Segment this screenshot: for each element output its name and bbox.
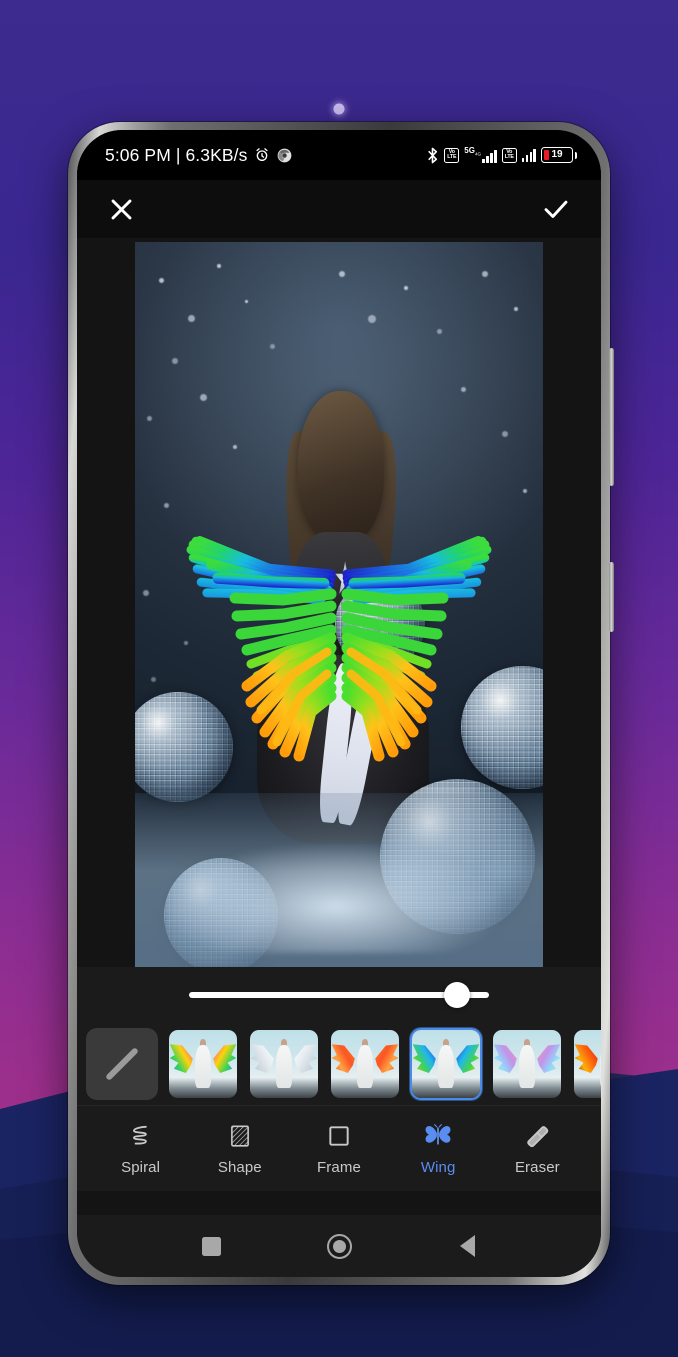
confirm-button[interactable] xyxy=(541,194,571,224)
thumb-dress xyxy=(194,1044,212,1089)
wing-thumbnail-strip[interactable] xyxy=(77,1023,601,1105)
shape-hatched-icon xyxy=(227,1122,253,1150)
tool-label-wing: Wing xyxy=(420,1158,456,1176)
signal-5g-icon: 5G4G xyxy=(464,146,497,164)
phone-screen: 5:06 PM | 6.3KB/s Vo LTE 5G4G Vo LTE 19 … xyxy=(77,130,601,1277)
nav-home-button[interactable] xyxy=(317,1224,361,1268)
thumb-dress xyxy=(437,1044,455,1089)
thumb-dress xyxy=(356,1044,374,1089)
signal-bars-1 xyxy=(482,149,497,164)
tool-label-frame: Frame xyxy=(317,1158,361,1176)
circle-icon xyxy=(326,1233,352,1259)
subject-hair xyxy=(298,390,384,543)
volume-button[interactable] xyxy=(609,348,614,486)
frame-square-icon xyxy=(326,1122,352,1150)
android-navigation-bar xyxy=(77,1215,601,1277)
alarm-icon xyxy=(254,147,270,163)
wing-thumbnail-wing-3[interactable] xyxy=(329,1028,401,1100)
spiral-icon xyxy=(128,1122,154,1150)
nav-recents-button[interactable] xyxy=(189,1224,233,1268)
check-icon xyxy=(541,194,571,224)
opacity-slider[interactable] xyxy=(189,982,489,1008)
tool-label-eraser: Eraser xyxy=(514,1158,560,1176)
wing-thumbnail-wing-4[interactable] xyxy=(410,1028,482,1100)
volte-icon: Vo LTE xyxy=(444,147,460,163)
bluetooth-icon xyxy=(426,147,439,164)
mouse-cursor-dot xyxy=(333,103,345,115)
chrome-icon xyxy=(277,148,292,163)
wing-thumbnail-wing-6[interactable] xyxy=(572,1028,601,1100)
battery-icon: 19 xyxy=(541,147,577,163)
slider-thumb[interactable] xyxy=(443,982,470,1008)
editor-toolbar: Spiral Shape Frame Wing Eraser xyxy=(77,1105,601,1191)
photo-floor-sparkle xyxy=(167,836,519,953)
canvas-area[interactable] xyxy=(77,238,601,967)
tool-shape[interactable]: Shape xyxy=(209,1122,271,1176)
power-button[interactable] xyxy=(609,562,614,632)
thumb-dress xyxy=(275,1044,293,1089)
status-bar-right: Vo LTE 5G4G Vo LTE 19 xyxy=(426,146,577,164)
status-bar-left: 5:06 PM | 6.3KB/s xyxy=(105,145,292,166)
slash-icon xyxy=(105,1047,139,1081)
wing-thumbnail-none[interactable] xyxy=(86,1028,158,1100)
status-clock: 5:06 PM | 6.3KB/s xyxy=(105,144,248,165)
disco-ball-right xyxy=(461,666,543,789)
tool-spiral[interactable]: Spiral xyxy=(110,1122,172,1176)
tool-frame[interactable]: Frame xyxy=(308,1122,370,1176)
phone-device-frame: 5:06 PM | 6.3KB/s Vo LTE 5G4G Vo LTE 19 … xyxy=(68,122,614,1285)
editor-body: Spiral Shape Frame Wing Eraser xyxy=(77,238,601,1215)
disco-ball-left xyxy=(135,691,234,802)
close-button[interactable] xyxy=(107,195,136,224)
triangle-back-icon xyxy=(459,1235,475,1257)
editor-action-bar xyxy=(77,180,601,238)
status-bar: 5:06 PM | 6.3KB/s Vo LTE 5G4G Vo LTE 19 xyxy=(77,130,601,180)
tool-eraser[interactable]: Eraser xyxy=(506,1122,568,1176)
square-icon xyxy=(201,1236,221,1256)
thumb-dress xyxy=(518,1044,536,1089)
disco-ball-held xyxy=(334,579,425,670)
wing-thumbnail-wing-2[interactable] xyxy=(248,1028,320,1100)
nav-back-button[interactable] xyxy=(445,1224,489,1268)
tool-label-spiral: Spiral xyxy=(121,1158,161,1176)
eraser-icon xyxy=(524,1122,550,1150)
tool-wing[interactable]: Wing xyxy=(407,1122,469,1176)
tool-label-shape: Shape xyxy=(217,1158,262,1176)
close-icon xyxy=(107,195,136,224)
slider-row xyxy=(77,967,601,1023)
butterfly-icon xyxy=(424,1122,452,1150)
volte-icon-2: Vo LTE xyxy=(501,147,517,163)
wing-thumbnail-wing-5[interactable] xyxy=(491,1028,563,1100)
signal-bars-2 xyxy=(521,148,536,162)
wing-thumbnail-wing-1[interactable] xyxy=(167,1028,239,1100)
edited-photo[interactable] xyxy=(135,242,543,967)
